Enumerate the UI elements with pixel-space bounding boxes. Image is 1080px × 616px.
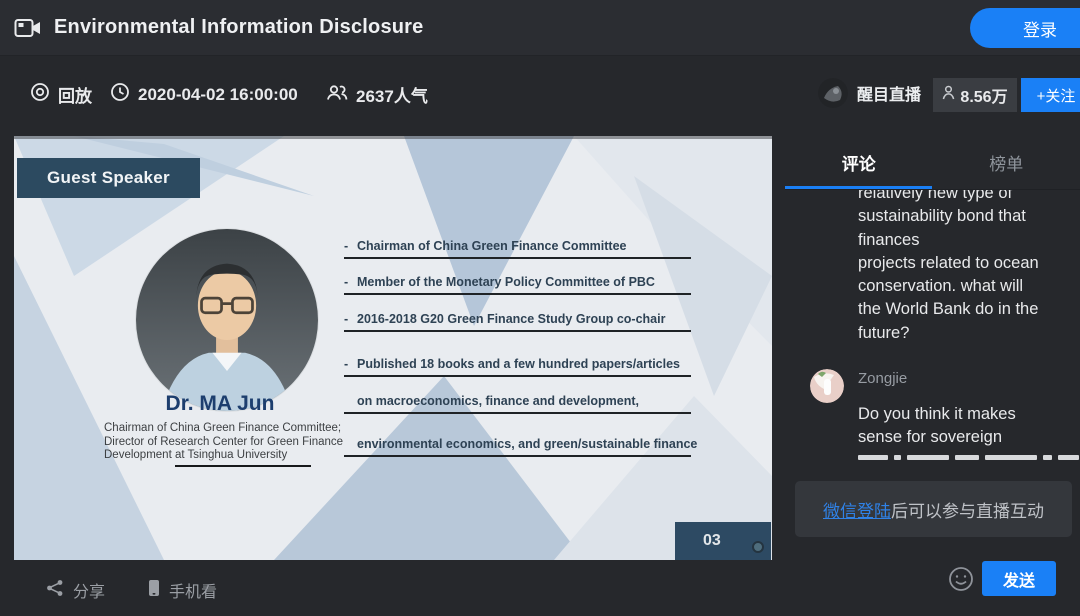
chat-message-line: the World Bank do in the [858, 298, 1072, 321]
chat-message-header: Zongjie [785, 369, 1080, 403]
video-camera-icon [14, 17, 42, 39]
replay-status: 回放 [30, 82, 92, 107]
chat-panel: 评论 榜单 relatively new type ofsustainabili… [785, 136, 1080, 616]
speaker-title: Chairman of China Green Finance Committe… [104, 422, 354, 463]
wechat-login-link[interactable]: 微信登陆 [823, 497, 891, 522]
credential-underline [344, 293, 691, 295]
credential-line: -Published 18 books and a few hundred pa… [344, 357, 691, 377]
streamer-name: 醒目直播 [857, 81, 921, 105]
credential-line: environmental economics, and green/susta… [344, 437, 691, 457]
credential-text: environmental economics, and green/susta… [344, 437, 691, 451]
slide-page-box: 03 [675, 522, 771, 560]
credential-text: -Chairman of China Green Finance Committ… [344, 239, 691, 253]
credential-line: on macroeconomics, finance and developme… [344, 394, 691, 414]
popularity-label: 2637人气 [356, 82, 428, 107]
credential-line: -Member of the Monetary Policy Committee… [344, 275, 691, 295]
video-letterbox [14, 136, 772, 139]
chat-message-line: finances [858, 229, 1072, 252]
video-player[interactable]: Guest Speaker Dr. MA Jun Chairman of Chi… [14, 136, 772, 560]
share-button[interactable]: 分享 [46, 578, 105, 602]
chat-message-line: sense for sovereign [858, 426, 1072, 449]
popularity-counter: 2637人气 [326, 82, 428, 107]
chat-message: Zongjie Do you think it makessense for so… [785, 369, 1080, 462]
info-bar: 回放 2020-04-02 16:00:00 2637人气 [0, 72, 1080, 118]
chat-message-line: sustainability bond that [858, 205, 1072, 228]
live-stream-page: Environmental Information Disclosure 登录 … [0, 0, 1080, 616]
followers-badge: 8.56万 [933, 78, 1017, 112]
credential-line: -2016-2018 G20 Green Finance Study Group… [344, 312, 691, 332]
speaker-title-line: Director of Research Center for Green Fi… [104, 436, 354, 450]
slide-page-dot [752, 541, 764, 553]
chat-message-line: projects related to ocean [858, 252, 1072, 275]
chat-message-line: conservation. what will [858, 275, 1072, 298]
credential-text: -2016-2018 G20 Green Finance Study Group… [344, 312, 691, 326]
clipped-text-stub [858, 450, 1080, 462]
chat-message: relatively new type ofsustainability bon… [785, 190, 1080, 345]
clock-icon [110, 82, 130, 107]
speaker-title-line: Chairman of China Green Finance Committe… [104, 422, 354, 436]
speaker-title-underline [175, 465, 311, 467]
share-icon [46, 579, 64, 602]
credential-underline [344, 330, 691, 332]
page-title: Environmental Information Disclosure [54, 16, 424, 39]
emoji-button[interactable] [948, 566, 974, 592]
phone-icon [148, 579, 160, 602]
chat-tab-bar: 评论 榜单 [785, 136, 1080, 190]
chat-message-line: future? [858, 322, 1072, 345]
login-button[interactable]: 登录 [970, 8, 1080, 48]
active-tab-indicator [785, 186, 932, 189]
person-icon [942, 85, 955, 105]
record-icon [30, 82, 50, 107]
replay-label: 回放 [58, 82, 92, 107]
send-button[interactable]: 发送 [982, 561, 1056, 596]
followers-count: 8.56万 [960, 83, 1007, 107]
credential-text: on macroeconomics, finance and developme… [344, 394, 691, 408]
slide-banner: Guest Speaker [17, 158, 200, 198]
slide-background [14, 136, 772, 560]
credential-line: -Chairman of China Green Finance Committ… [344, 239, 691, 259]
chat-username: Zongjie [858, 370, 907, 387]
share-label: 分享 [73, 578, 105, 602]
audience-icon [326, 84, 348, 106]
streamer-avatar[interactable] [818, 78, 848, 108]
speaker-name: Dr. MA Jun [70, 392, 370, 416]
watch-on-mobile-button[interactable]: 手机看 [148, 578, 217, 602]
credential-text: -Published 18 books and a few hundred pa… [344, 357, 691, 371]
login-notice: 微信登陆 后可以参与直播互动 [795, 481, 1072, 537]
chat-user-avatar[interactable] [810, 369, 844, 403]
credential-underline [344, 257, 691, 259]
speaker-photo [136, 229, 318, 411]
credential-underline [344, 375, 691, 377]
chat-message-line: relatively new type of [858, 190, 1072, 205]
stream-schedule: 2020-04-02 16:00:00 [110, 82, 298, 107]
header-bar: Environmental Information Disclosure 登录 [0, 0, 1080, 56]
mobile-label: 手机看 [169, 578, 217, 602]
credential-underline [344, 412, 691, 414]
tab-comments[interactable]: 评论 [785, 136, 933, 189]
tab-ranking[interactable]: 榜单 [933, 136, 1080, 189]
streamer-info: 醒目直播 [818, 78, 921, 108]
login-notice-text: 后可以参与直播互动 [891, 497, 1044, 522]
chat-message-line: Do you think it makes [858, 403, 1072, 426]
chat-message-list[interactable]: relatively new type ofsustainability bon… [785, 190, 1080, 462]
credential-underline [344, 455, 691, 457]
stream-datetime: 2020-04-02 16:00:00 [138, 85, 298, 105]
slide-page-number: 03 [703, 522, 721, 560]
credential-text: -Member of the Monetary Policy Committee… [344, 275, 691, 289]
speaker-title-line: Development at Tsinghua University [104, 449, 354, 463]
follow-button[interactable]: +关注 [1021, 78, 1080, 112]
